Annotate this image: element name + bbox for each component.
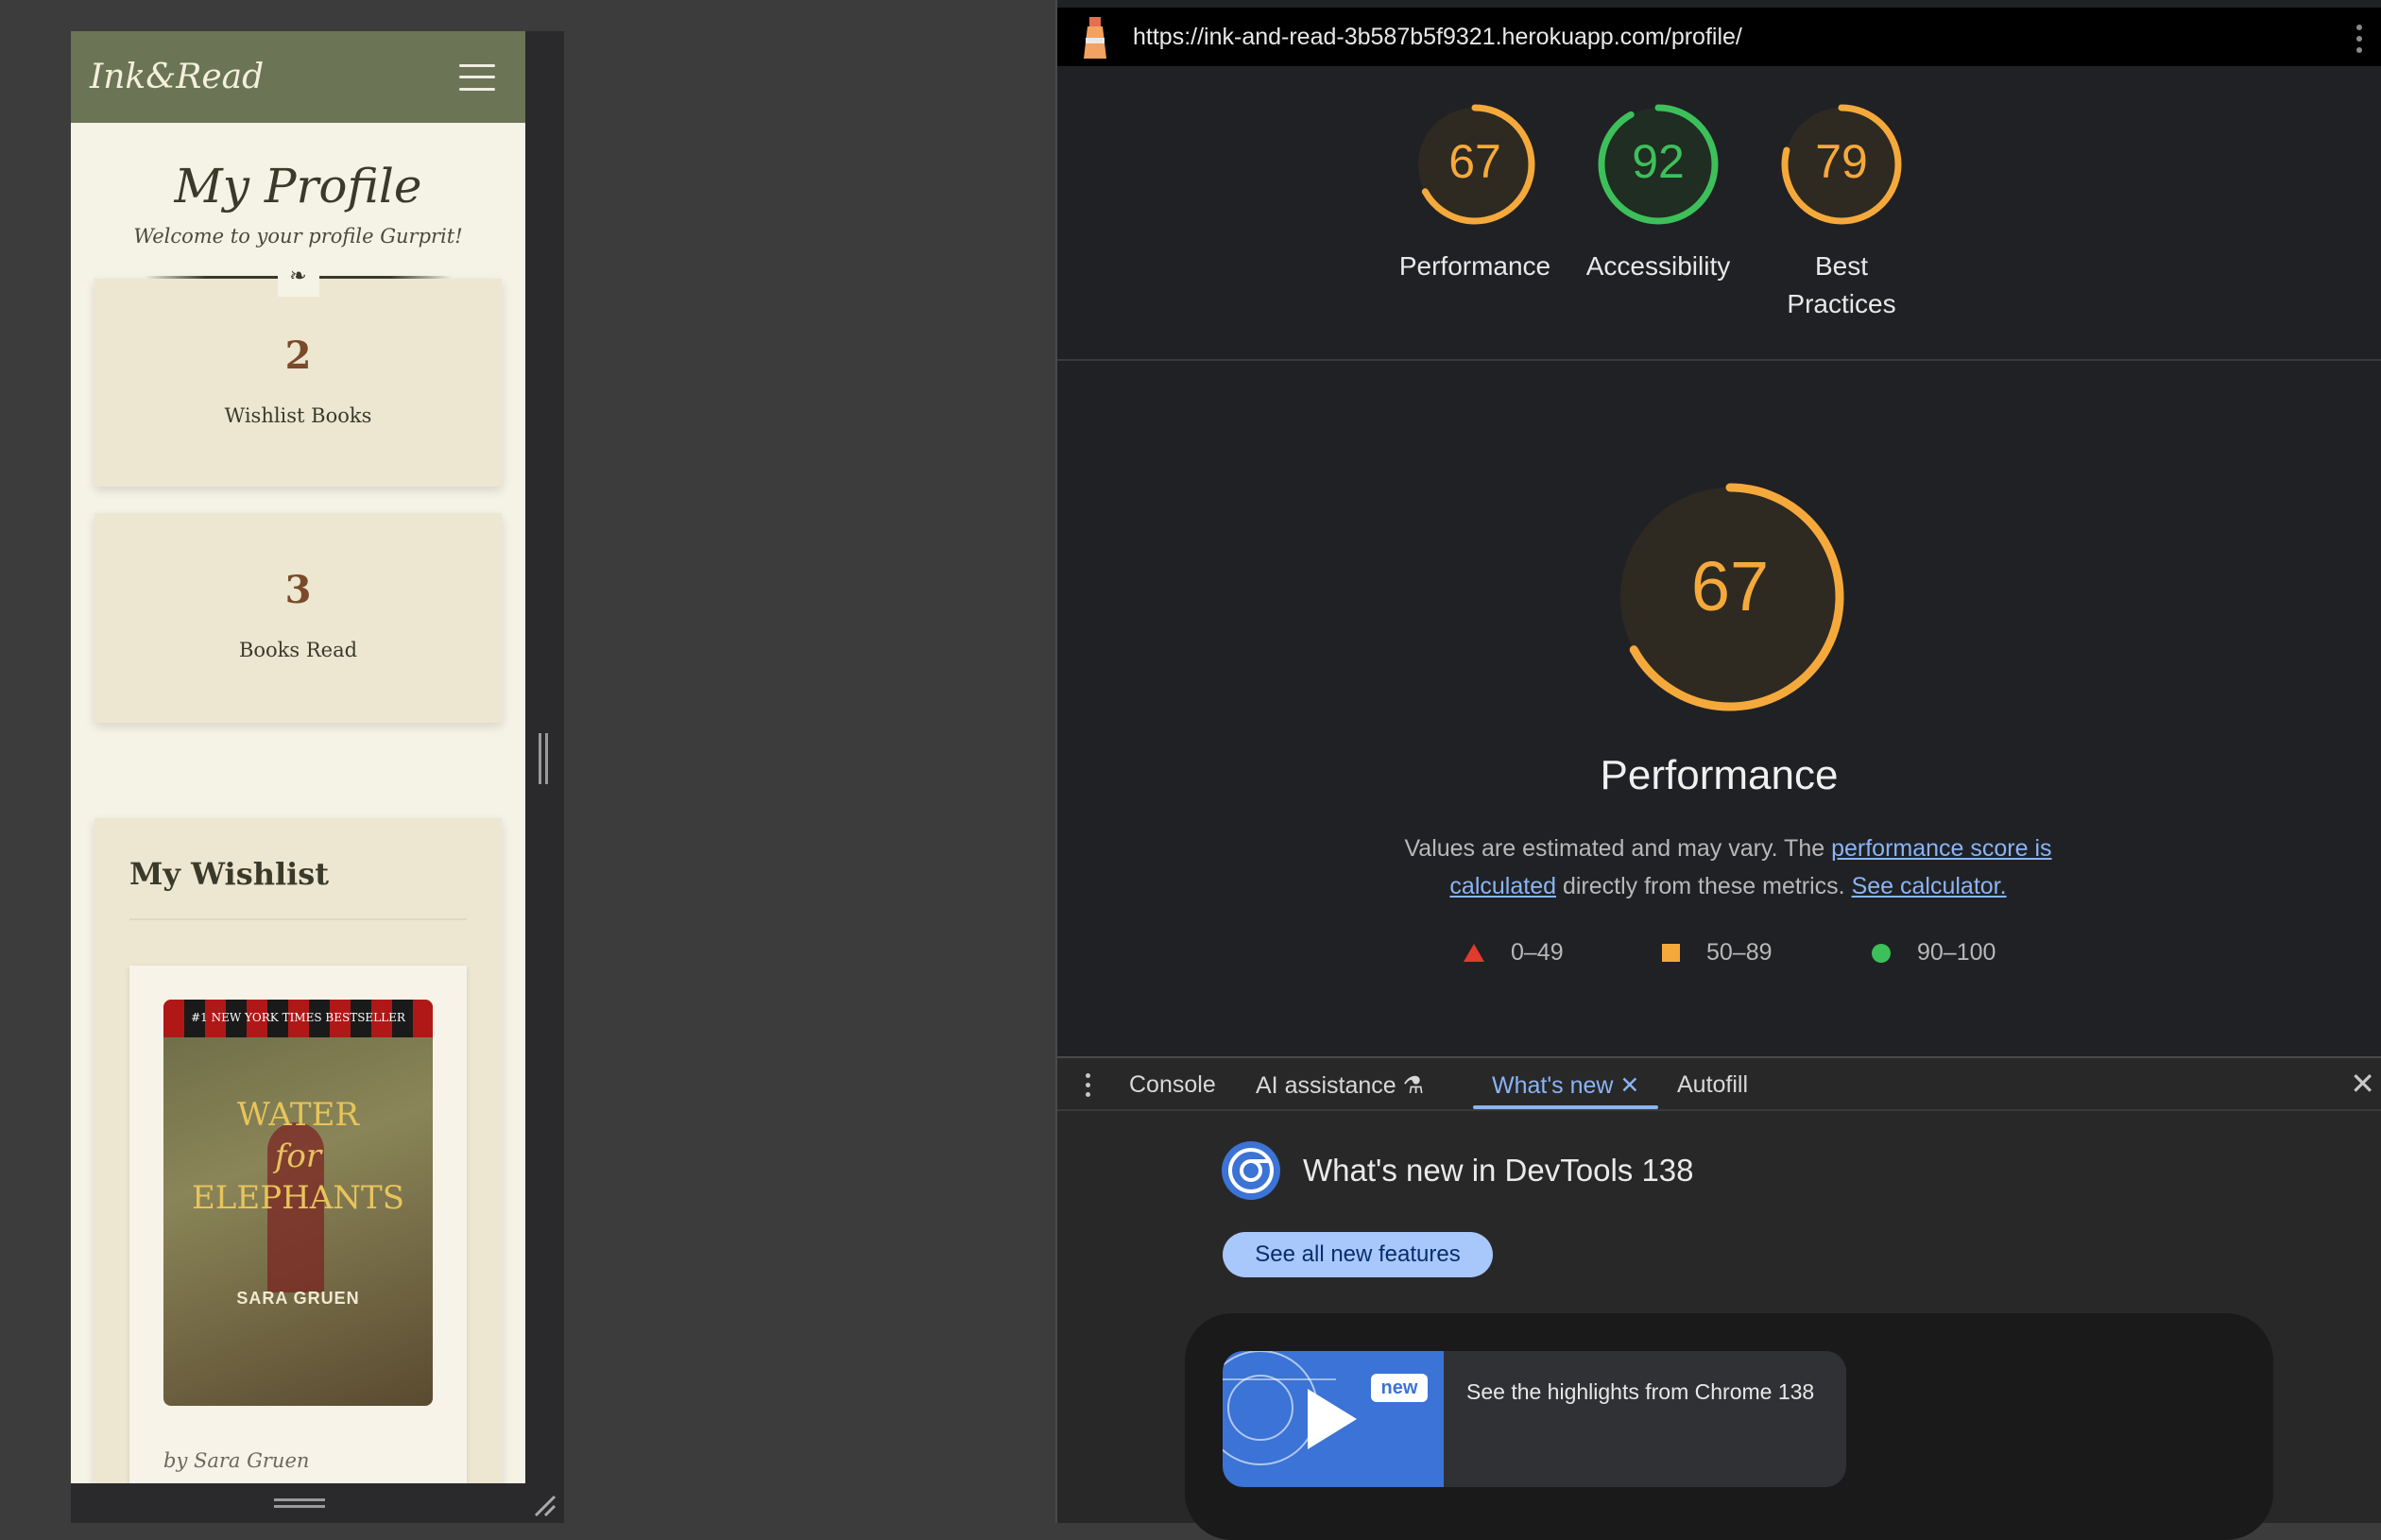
performance-description: Values are estimated and may vary. The p… — [1379, 830, 2078, 905]
highlights-video[interactable]: new See the highlights from Chrome 138 — [1223, 1351, 1846, 1487]
tab-label: What's new — [1492, 1072, 1614, 1099]
hamburger-menu-icon[interactable] — [459, 63, 495, 91]
devtools-panel: https://ink-and-read-3b587b5f9321.heroku… — [1055, 0, 2381, 1540]
gauge-score: 79 — [1815, 135, 1868, 188]
wishlist-divider — [129, 918, 467, 920]
cover-title: WATER for ELEPHANTS — [163, 1094, 433, 1219]
viewport-resize-handle-vertical[interactable] — [539, 733, 548, 784]
lighthouse-icon — [1076, 9, 1114, 60]
gauge-label: Performance — [1398, 251, 1551, 281]
drawer-tab-bar: Console AI assistance ⚗ What's new ✕ Aut… — [1057, 1058, 2381, 1111]
legend-item-average: 50–89 — [1662, 939, 1773, 967]
legend-label: 90–100 — [1917, 939, 1996, 966]
page-title: My Profile — [174, 159, 422, 214]
active-tab-indicator — [1473, 1105, 1658, 1109]
score-gauge-best-practices[interactable]: 79 Best Practices — [1747, 102, 1936, 323]
cover-title-line: WATER — [236, 1096, 360, 1134]
cover-author: SARA GRUEN — [236, 1289, 360, 1308]
flask-icon: ⚗ — [1402, 1072, 1425, 1099]
stat-card-books-read: 3 Books Read — [94, 513, 502, 723]
stat-card-wishlist: 2 Wishlist Books — [94, 279, 502, 487]
stat-value: 2 — [284, 334, 312, 378]
desc-text: directly from these metrics. — [1556, 873, 1852, 899]
ornament-divider: ❧ — [145, 263, 452, 297]
tab-ai-assistance[interactable]: AI assistance ⚗ — [1256, 1071, 1424, 1100]
score-gauge-performance[interactable]: 67 Performance — [1380, 102, 1569, 285]
video-thumbnail[interactable]: new — [1223, 1351, 1444, 1487]
cover-title-line: ELEPHANTS — [191, 1179, 405, 1217]
tab-console[interactable]: Console — [1129, 1071, 1216, 1099]
wishlist-section: My Wishlist #1 NEW YORK TIMES BESTSELLER… — [94, 818, 502, 1483]
section-separator — [1057, 359, 2381, 361]
play-icon[interactable] — [1308, 1389, 1357, 1449]
book-author: by Sara Gruen — [163, 1449, 310, 1472]
legend-label: 0–49 — [1511, 939, 1564, 966]
performance-main-score: 67 — [1690, 547, 1770, 625]
device-viewport: Ink&Read My Profile Welcome to your prof… — [71, 31, 525, 1483]
square-icon — [1662, 944, 1680, 962]
fleuron-icon: ❧ — [277, 263, 319, 297]
book-cover-image[interactable]: #1 NEW YORK TIMES BESTSELLER WATER for E… — [163, 1000, 433, 1406]
video-caption: See the highlights from Chrome 138 — [1466, 1379, 1815, 1404]
legend-label: 50–89 — [1706, 939, 1773, 966]
tab-whats-new[interactable]: What's new ✕ — [1492, 1071, 1639, 1100]
viewport-resize-handle-horizontal[interactable] — [274, 1498, 325, 1508]
site-navbar: Ink&Read — [71, 31, 525, 123]
wishlist-book-card[interactable]: #1 NEW YORK TIMES BESTSELLER WATER for E… — [129, 966, 467, 1483]
cover-title-line: for — [274, 1138, 322, 1175]
audited-url: https://ink-and-read-3b587b5f9321.heroku… — [1133, 23, 1742, 50]
legend-item-pass: 90–100 — [1872, 939, 1996, 967]
lighthouse-url-bar: https://ink-and-read-3b587b5f9321.heroku… — [1057, 8, 2381, 66]
gauge-label: Accessibility — [1585, 251, 1731, 281]
devtools-drawer: Console AI assistance ⚗ What's new ✕ Aut… — [1057, 1056, 2381, 1540]
score-gauge-accessibility[interactable]: 92 Accessibility — [1564, 102, 1753, 285]
stat-value: 3 — [284, 568, 312, 612]
desc-text: Values are estimated and may vary. The — [1404, 835, 1832, 862]
resize-corner-icon[interactable] — [532, 1493, 557, 1517]
close-drawer-icon[interactable]: ✕ — [2350, 1066, 2375, 1102]
stat-label: Books Read — [238, 639, 358, 661]
wishlist-heading: My Wishlist — [129, 856, 330, 892]
gauge-score: 67 — [1448, 135, 1501, 188]
tab-label: AI assistance — [1256, 1072, 1396, 1099]
gauge-score: 92 — [1632, 135, 1685, 188]
chrome-devtools-logo-icon — [1222, 1141, 1280, 1200]
legend-item-fail: 0–49 — [1464, 939, 1564, 967]
circle-icon — [1872, 943, 1891, 963]
whats-new-card: new See the highlights from Chrome 138 — [1185, 1313, 2273, 1540]
stat-label: Wishlist Books — [224, 404, 372, 427]
drawer-menu-icon[interactable] — [1086, 1073, 1091, 1102]
performance-heading: Performance — [1600, 752, 1839, 798]
gauge-label: Best Practices — [1787, 251, 1896, 318]
see-all-features-button[interactable]: See all new features — [1223, 1232, 1493, 1277]
close-tab-icon[interactable]: ✕ — [1619, 1072, 1639, 1099]
welcome-message: Welcome to your profile Gurprit! — [133, 225, 463, 248]
new-badge: new — [1371, 1374, 1428, 1402]
see-calculator-link[interactable]: See calculator. — [1852, 873, 2007, 899]
tab-autofill[interactable]: Autofill — [1677, 1071, 1748, 1099]
triangle-icon — [1464, 944, 1484, 962]
more-options-icon[interactable] — [2356, 25, 2362, 59]
whats-new-heading: What's new in DevTools 138 — [1303, 1153, 1694, 1188]
cover-banner: #1 NEW YORK TIMES BESTSELLER — [191, 1011, 405, 1024]
brand-logo[interactable]: Ink&Read — [90, 58, 264, 96]
score-legend: 0–49 50–89 90–100 — [1057, 939, 2381, 967]
